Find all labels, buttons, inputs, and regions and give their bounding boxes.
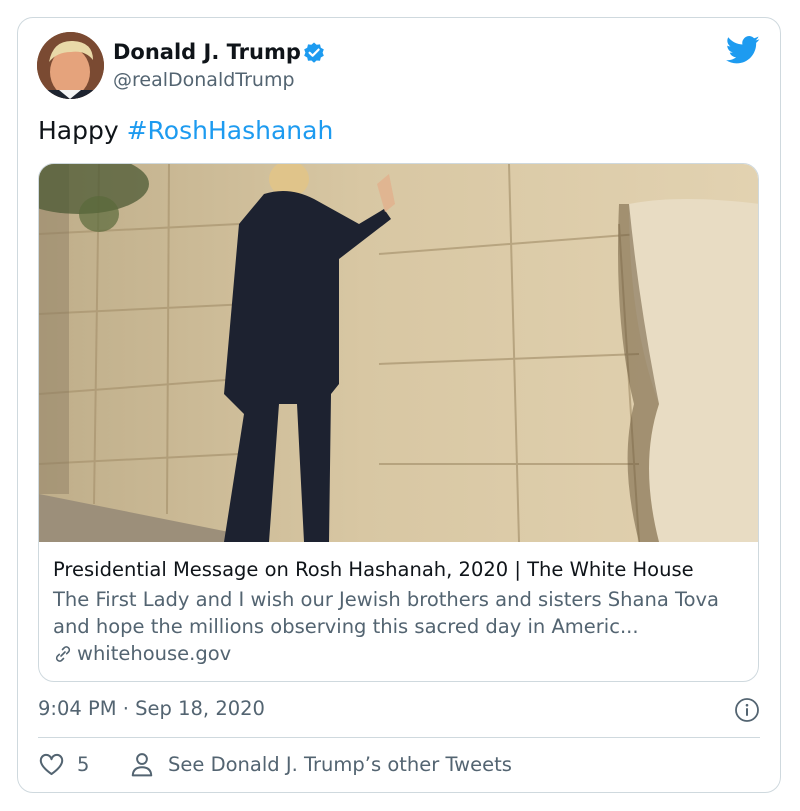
like-count: 5 <box>77 752 90 776</box>
author-handle[interactable]: @realDonaldTrump <box>113 68 295 92</box>
link-icon <box>55 646 71 662</box>
preview-image <box>39 164 758 542</box>
avatar-image <box>37 32 104 99</box>
link-preview-card[interactable]: Presidential Message on Rosh Hashanah, 2… <box>38 163 759 682</box>
author-name[interactable]: Donald J. Trump <box>113 40 301 64</box>
like-button[interactable]: 5 <box>38 751 89 778</box>
person-icon <box>131 753 153 777</box>
verified-badge-icon <box>304 42 324 63</box>
see-other-tweets-link[interactable]: See Donald J. Trump’s other Tweets <box>130 751 512 778</box>
info-icon[interactable] <box>734 697 760 723</box>
see-other-tweets-label: See Donald J. Trump’s other Tweets <box>168 752 512 776</box>
tweet-text: Happy #RoshHashanah <box>38 116 333 146</box>
link-card-title: Presidential Message on Rosh Hashanah, 2… <box>53 558 694 581</box>
tweet-timestamp[interactable]: 9:04 PM · Sep 18, 2020 <box>38 696 265 722</box>
heart-icon <box>39 753 64 776</box>
twitter-bird-icon[interactable] <box>726 35 760 65</box>
link-card-domain: whitehouse.gov <box>53 641 231 667</box>
avatar[interactable] <box>37 32 104 99</box>
link-card-description: The First Lady and I wish our Jewish bro… <box>53 588 720 638</box>
tweet-text-plain: Happy <box>38 116 119 145</box>
divider <box>38 737 760 738</box>
link-card-domain-text: whitehouse.gov <box>77 642 232 665</box>
hashtag-link[interactable]: #RoshHashanah <box>127 116 334 145</box>
